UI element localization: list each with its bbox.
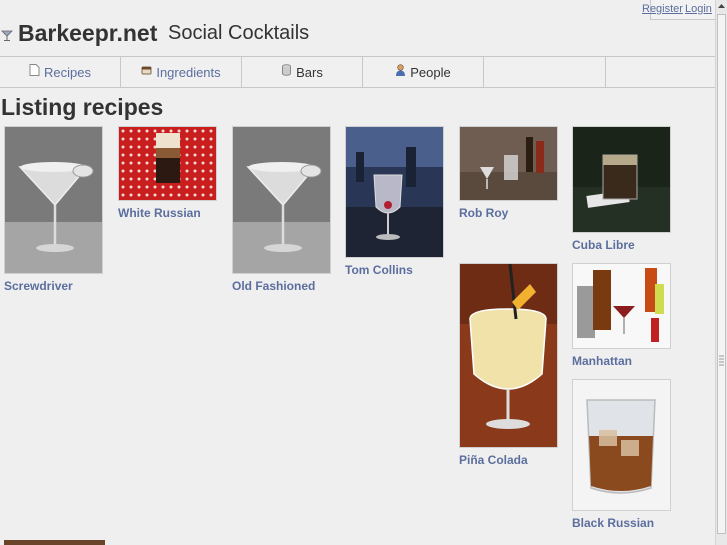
site-name[interactable]: Barkeepr.net [18, 20, 157, 47]
recipe-card: Black Russian [572, 379, 671, 530]
nav-label: Ingredients [156, 64, 221, 80]
scroll-up-arrow-icon[interactable] [717, 1, 726, 11]
grip-icon [719, 355, 724, 366]
recipe-photo[interactable] [572, 126, 671, 233]
recipe-card: Manhattan [572, 263, 671, 368]
recipe-photo[interactable] [459, 263, 558, 448]
recipe-name-link[interactable]: Cuba Libre [572, 238, 671, 252]
recipe-name-link[interactable]: Tom Collins [345, 263, 444, 277]
nav-tab-empty-1[interactable] [484, 57, 606, 87]
register-link[interactable]: Register [642, 3, 683, 15]
vertical-scrollbar[interactable] [715, 0, 727, 545]
person-icon [396, 64, 406, 76]
nav-tab-recipes[interactable]: Recipes [0, 57, 121, 87]
recipe-name-link[interactable]: Manhattan [572, 354, 671, 368]
recipe-card [4, 540, 105, 545]
recipe-card: Rob Roy [459, 126, 558, 220]
nav-tab-bars[interactable]: Bars [242, 57, 363, 87]
recipe-photo[interactable] [345, 126, 444, 258]
recipe-photo[interactable] [572, 379, 671, 511]
recipe-card: Old Fashioned [232, 126, 331, 293]
recipe-card: Cuba Libre [572, 126, 671, 252]
login-link[interactable]: Login [685, 3, 712, 15]
cup-icon [141, 66, 152, 75]
main-nav: Recipes Ingredients Bars People [0, 56, 727, 88]
scroll-thumb[interactable] [717, 14, 726, 534]
recipe-photo[interactable] [4, 126, 103, 274]
recipe-photo[interactable] [572, 263, 671, 349]
recipe-photo[interactable] [4, 540, 105, 545]
recipe-card: Screwdriver [4, 126, 103, 293]
recipe-name-link[interactable]: Screwdriver [4, 279, 103, 293]
recipe-card: Tom Collins [345, 126, 444, 277]
nav-tab-empty-2[interactable] [606, 57, 727, 87]
cocktail-glass-icon [1, 30, 13, 41]
recipe-name-link[interactable]: Piña Colada [459, 453, 558, 467]
recipe-name-link[interactable]: Black Russian [572, 516, 671, 530]
nav-tab-people[interactable]: People [363, 57, 484, 87]
recipe-name-link[interactable]: White Russian [118, 206, 217, 220]
page-icon [29, 64, 40, 76]
recipe-photo[interactable] [232, 126, 331, 274]
recipe-photo[interactable] [118, 126, 217, 201]
recipe-photo[interactable] [459, 126, 558, 201]
recipe-name-link[interactable]: Rob Roy [459, 206, 558, 220]
cylinder-icon [282, 64, 292, 76]
recipe-card: Piña Colada [459, 263, 558, 467]
nav-label: People [410, 64, 451, 80]
site-tagline: Social Cocktails [168, 22, 310, 44]
nav-label: Recipes [44, 64, 91, 80]
recipe-name-link[interactable]: Old Fashioned [232, 279, 331, 293]
page-title: Listing recipes [1, 94, 164, 120]
nav-label: Bars [296, 64, 323, 80]
recipe-card: White Russian [118, 126, 217, 220]
nav-tab-ingredients[interactable]: Ingredients [121, 57, 242, 87]
